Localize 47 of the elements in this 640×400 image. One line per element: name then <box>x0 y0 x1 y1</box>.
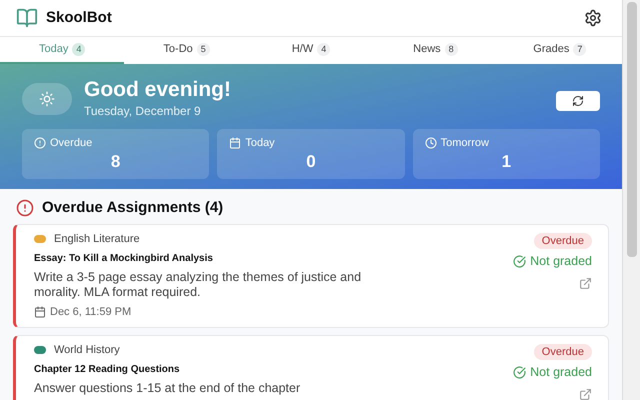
due-date: Dec 6, 11:59 PM <box>50 305 132 320</box>
check-circle-icon <box>513 254 526 268</box>
count-badge: 8 <box>444 42 458 56</box>
alert-icon <box>16 199 34 218</box>
status-badge: Overdue <box>534 232 592 249</box>
course-name: World History <box>54 342 120 358</box>
tab[interactable]: News 8 <box>373 37 498 64</box>
section-title: Overdue Assignments (4) <box>42 198 224 218</box>
course-name: English Literature <box>54 232 140 246</box>
stat-label: Overdue <box>50 136 92 151</box>
clock-icon <box>424 137 437 150</box>
count-badge: 4 <box>317 42 330 56</box>
settings-icon <box>584 9 602 27</box>
stat-value: 0 <box>305 152 317 172</box>
tab[interactable]: H/W 4 <box>248 37 374 64</box>
greeting: Good evening! <box>84 78 231 102</box>
grade-status: Not graded <box>530 364 592 381</box>
assignment-card[interactable]: English Literature Essay: To Kill a Mockingbird Analysis Write a 3-5 page essay analyzing the themes of justice and morality. MLA format required. Dec 6, 11:59 PM Overdue Not graded <box>13 224 609 328</box>
sun-icon <box>22 83 72 115</box>
stat-value: 8 <box>110 152 122 172</box>
status-badge: Overdue <box>534 344 592 360</box>
assignment-description: Write a 3-5 page essay analyzing the themes of justice and morality. MLA format required. <box>34 270 362 300</box>
calendar-icon <box>34 306 46 318</box>
calendar-icon <box>229 137 242 150</box>
external-link-icon[interactable] <box>579 276 592 290</box>
refresh-button[interactable] <box>556 91 600 111</box>
stat-value: 1 <box>500 152 512 172</box>
count-badge: 5 <box>196 42 210 56</box>
external-link-icon[interactable] <box>579 388 592 400</box>
count-badge: 4 <box>72 42 86 56</box>
date-text: Tuesday, December 9 <box>84 103 202 120</box>
app-title: SkoolBot <box>46 8 112 28</box>
refresh-icon <box>572 95 584 107</box>
count-badge: 7 <box>573 42 586 56</box>
assignment-description: Answer questions 1-15 at the end of the chapter <box>34 381 302 396</box>
assignment-title: Essay: To Kill a Mockingbird Analysis <box>34 252 214 266</box>
assignment-card[interactable]: World History Chapter 12 Reading Questions Answer questions 1-15 at the end of the chapter Overdue Not graded <box>13 334 609 400</box>
grade-status: Not graded <box>530 253 592 270</box>
alert-icon <box>34 137 46 150</box>
book-icon <box>16 7 38 29</box>
scrollbar[interactable] <box>622 0 640 400</box>
assignment-title: Chapter 12 Reading Questions <box>34 363 181 377</box>
stat-label: Tomorrow <box>440 136 489 151</box>
stat-label: Today <box>245 136 275 151</box>
tab[interactable]: To-Do 5 <box>124 37 249 64</box>
check-circle-icon <box>513 366 526 379</box>
tab[interactable]: Grades 7 <box>498 37 622 64</box>
